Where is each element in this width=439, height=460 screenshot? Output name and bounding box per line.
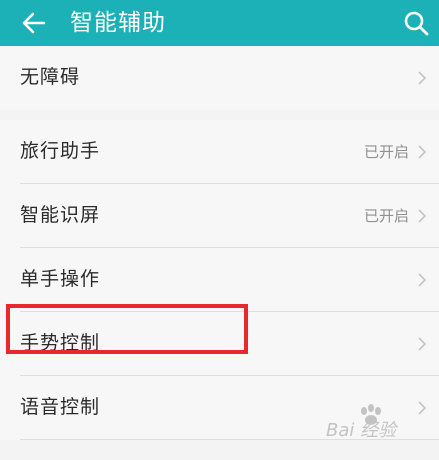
list-item-gesture-control[interactable]: 手势控制: [0, 312, 439, 376]
chevron-right-icon: [418, 273, 427, 287]
item-status: 已开启: [363, 143, 409, 161]
item-label: 智能识屏: [20, 204, 101, 226]
chevron-right-icon: [418, 337, 427, 351]
item-status: 已开启: [363, 207, 409, 225]
chevron-right-icon: [418, 145, 427, 159]
item-label: 单手操作: [20, 268, 101, 290]
list-item-travel-assistant[interactable]: 旅行助手 已开启: [0, 120, 439, 184]
list-item-accessibility[interactable]: 无障碍: [0, 46, 439, 110]
page-title: 智能辅助: [70, 10, 166, 36]
item-label: 旅行助手: [20, 140, 101, 162]
chevron-right-icon: [418, 209, 427, 223]
item-label: 语音控制: [20, 396, 101, 418]
watermark-text: Bai 经验: [326, 420, 397, 441]
list-item-one-hand-mode[interactable]: 单手操作: [0, 248, 439, 312]
settings-list: 无障碍 旅行助手 已开启 智能识屏 已开启 单手操作 手势控制 语音控制: [0, 46, 439, 440]
item-label: 手势控制: [20, 332, 101, 354]
app-header: 智能辅助: [0, 0, 439, 46]
back-arrow-icon[interactable]: [20, 9, 48, 37]
list-item-smart-screen-recognition[interactable]: 智能识屏 已开启: [0, 184, 439, 248]
search-icon[interactable]: [402, 9, 430, 37]
item-label: 无障碍: [20, 66, 81, 88]
chevron-right-icon: [418, 71, 427, 85]
baidu-jingyan-watermark: Bai 经验: [322, 404, 434, 442]
